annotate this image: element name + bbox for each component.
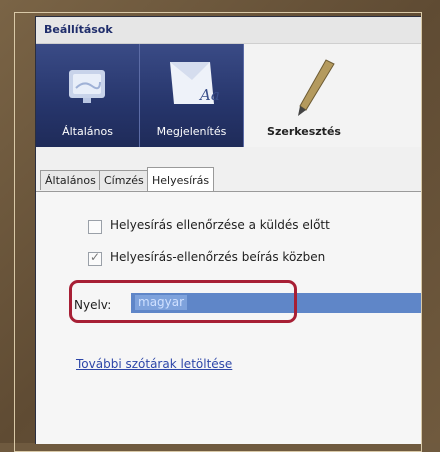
check-before-send-label: Helyesírás ellenőrzése a küldés előtt [110, 218, 330, 232]
check-before-send-checkbox[interactable] [88, 220, 102, 234]
window-title: Beállítások [44, 23, 113, 36]
toolbar-edit-button[interactable]: Szerkesztés [244, 44, 364, 147]
tab-general[interactable]: Általános [40, 170, 101, 190]
toolbar-edit-label: Szerkesztés [267, 125, 341, 138]
download-dictionaries-link[interactable]: További szótárak letöltése [76, 357, 232, 371]
settings-dialog: Beállítások Általános Aa Megjelenítés Sz… [35, 16, 421, 444]
general-settings-icon [69, 70, 105, 103]
spelling-panel: Helyesírás ellenőrzése a küldés előtt ✓ … [36, 192, 421, 444]
tab-spelling[interactable]: Helyesírás [147, 167, 215, 191]
tab-strip: Általános Címzés Helyesírás [36, 148, 421, 192]
toolbar-display-label: Megjelenítés [156, 125, 227, 138]
toolbar-display-button[interactable]: Aa Megjelenítés [140, 44, 244, 147]
checkmark-icon: ✓ [90, 250, 101, 264]
display-icon-text: Aa [198, 86, 220, 104]
toolbar-general-label: Általános [62, 125, 113, 138]
check-while-typing-label: Helyesírás-ellenőrzés beírás közben [110, 250, 326, 264]
pen-icon [298, 59, 335, 116]
titlebar: Beállítások [36, 17, 421, 44]
settings-toolbar: Általános Aa Megjelenítés Szerkesztés [36, 44, 421, 147]
check-while-typing-checkbox[interactable]: ✓ [88, 250, 102, 266]
tab-addressing[interactable]: Címzés [99, 170, 149, 190]
highlight-annotation [69, 280, 297, 323]
toolbar-general-button[interactable]: Általános [36, 44, 140, 147]
display-icon: Aa [170, 62, 220, 104]
